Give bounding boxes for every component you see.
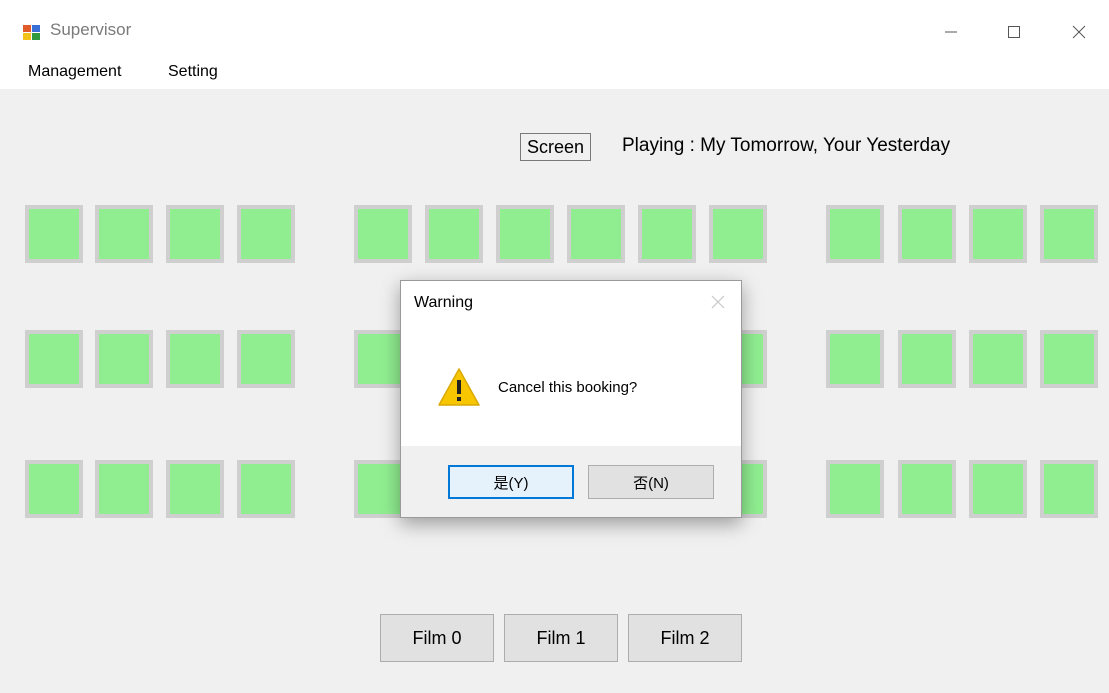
seat-button[interactable] <box>567 205 625 263</box>
dialog-close-icon[interactable] <box>709 293 727 311</box>
seat-button[interactable] <box>826 460 884 518</box>
seat-button[interactable] <box>898 330 956 388</box>
window-title: Supervisor <box>50 20 132 39</box>
seat-button[interactable] <box>898 205 956 263</box>
seat-button[interactable] <box>166 460 224 518</box>
maximize-icon <box>1008 26 1020 38</box>
dialog-footer: 是(Y) 否(N) <box>401 446 741 517</box>
menu-management[interactable]: Management <box>28 63 121 81</box>
seat-button[interactable] <box>709 205 767 263</box>
seat-button[interactable] <box>898 460 956 518</box>
seat-button[interactable] <box>969 460 1027 518</box>
main-window: Supervisor Management Setting Screen Pla… <box>0 0 1109 693</box>
seat-button[interactable] <box>95 330 153 388</box>
film-0-button[interactable]: Film 0 <box>380 614 494 662</box>
seat-button[interactable] <box>425 205 483 263</box>
menu-bar: Management Setting <box>0 55 1109 89</box>
seat-button[interactable] <box>826 205 884 263</box>
seat-button[interactable] <box>354 205 412 263</box>
minimize-button[interactable] <box>928 10 974 54</box>
film-2-button[interactable]: Film 2 <box>628 614 742 662</box>
seat-button[interactable] <box>969 330 1027 388</box>
seat-button[interactable] <box>95 460 153 518</box>
film-1-button[interactable]: Film 1 <box>504 614 618 662</box>
title-bar: Supervisor <box>0 0 1109 55</box>
seat-button[interactable] <box>1040 460 1098 518</box>
seat-button[interactable] <box>25 330 83 388</box>
seat-button[interactable] <box>25 460 83 518</box>
seat-button[interactable] <box>969 205 1027 263</box>
seat-button[interactable] <box>826 330 884 388</box>
screen-label: Screen <box>520 133 592 161</box>
seat-button[interactable] <box>237 205 295 263</box>
seat-button[interactable] <box>237 330 295 388</box>
minimize-icon <box>945 31 957 33</box>
warning-icon <box>437 367 481 407</box>
seat-button[interactable] <box>166 205 224 263</box>
seat-button[interactable] <box>1040 330 1098 388</box>
seat-button[interactable] <box>1040 205 1098 263</box>
seat-button[interactable] <box>638 205 696 263</box>
close-button[interactable] <box>1056 10 1102 54</box>
seat-button[interactable] <box>25 205 83 263</box>
no-button[interactable]: 否(N) <box>588 465 714 499</box>
seat-button[interactable] <box>496 205 554 263</box>
seat-button[interactable] <box>166 330 224 388</box>
seat-button[interactable] <box>95 205 153 263</box>
warning-dialog: Warning Cancel this booking? 是(Y) 否(N) <box>400 280 742 518</box>
dialog-title: Warning <box>414 294 473 311</box>
menu-setting[interactable]: Setting <box>168 63 218 81</box>
seat-button[interactable] <box>237 460 295 518</box>
app-icon <box>22 22 42 42</box>
dialog-message: Cancel this booking? <box>498 379 638 396</box>
maximize-button[interactable] <box>991 10 1037 54</box>
now-playing-text: Playing : My Tomorrow, Your Yesterday <box>622 135 951 156</box>
yes-button[interactable]: 是(Y) <box>448 465 574 499</box>
close-icon <box>1072 25 1086 39</box>
